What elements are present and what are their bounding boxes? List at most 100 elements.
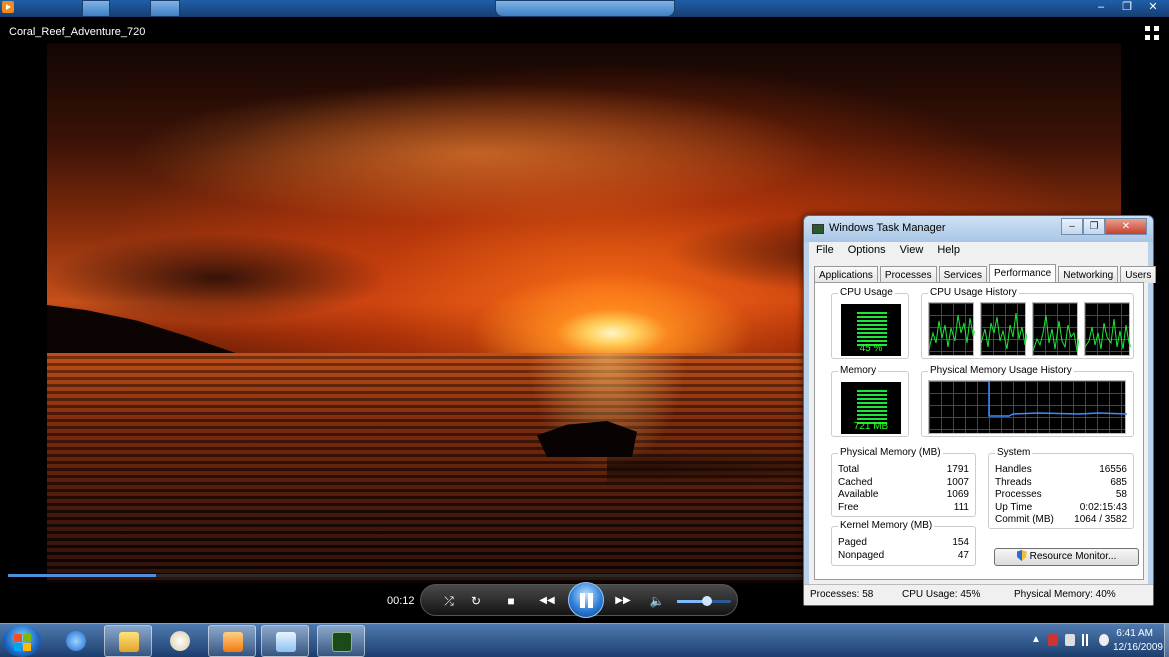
task-manager-window: Windows Task Manager – ❐ ✕ File Options … bbox=[803, 215, 1157, 606]
taskbar-task-manager[interactable] bbox=[317, 625, 365, 657]
notification-area: ▲ bbox=[1031, 634, 1109, 646]
internet-explorer-icon bbox=[66, 631, 86, 651]
minimize-button[interactable]: – bbox=[1061, 218, 1083, 235]
row-label: Free bbox=[838, 502, 859, 513]
tab-performance[interactable]: Performance bbox=[988, 264, 1057, 283]
menu-file[interactable]: File bbox=[809, 242, 841, 260]
shuffle-button[interactable]: ⤮ bbox=[441, 593, 457, 609]
window-title-strip: – ❐ ✕ bbox=[0, 0, 1169, 17]
task-manager-titlebar[interactable]: Windows Task Manager – ❐ ✕ bbox=[804, 216, 1153, 242]
maximize-button[interactable]: ❐ bbox=[1083, 218, 1105, 235]
resource-monitor-label: Resource Monitor... bbox=[1029, 551, 1117, 562]
taskbar-internet-explorer[interactable] bbox=[52, 625, 100, 657]
background-window-peek bbox=[150, 0, 180, 17]
restore-button[interactable]: ❐ bbox=[1115, 0, 1139, 15]
fullscreen-icon[interactable] bbox=[1145, 26, 1159, 40]
close-button[interactable]: ✕ bbox=[1105, 218, 1147, 235]
row-value: 58 bbox=[1115, 489, 1127, 500]
folder-icon bbox=[119, 632, 139, 652]
task-manager-icon bbox=[332, 632, 352, 652]
video-title: Coral_Reef_Adventure_720 bbox=[9, 26, 146, 38]
tab-strip: Applications Processes Services Performa… bbox=[814, 264, 1158, 283]
clock-date[interactable]: 12/16/2009 bbox=[1113, 642, 1163, 653]
system-title: System bbox=[995, 447, 1033, 458]
tab-users[interactable]: Users bbox=[1120, 266, 1157, 283]
physical-cached-row: Cached 1007 bbox=[838, 477, 969, 488]
row-value: 16556 bbox=[1099, 464, 1127, 475]
performance-panel: CPU Usage 45 % CPU Usage History Memory bbox=[814, 282, 1144, 580]
menu-options[interactable]: Options bbox=[841, 242, 893, 260]
rewind-button[interactable]: ◀◀ bbox=[533, 593, 561, 609]
taskbar-windows-explorer[interactable] bbox=[104, 625, 152, 657]
background-window-peek bbox=[82, 0, 110, 17]
pause-icon bbox=[588, 593, 593, 608]
taskbar-windows-media-player[interactable] bbox=[208, 625, 256, 657]
kernel-memory-title: Kernel Memory (MB) bbox=[838, 520, 935, 531]
task-manager-body: Applications Processes Services Performa… bbox=[809, 260, 1157, 584]
mute-button[interactable]: 🔈 bbox=[649, 593, 665, 609]
minimize-button[interactable]: – bbox=[1089, 0, 1113, 15]
cpu-history-graph-core-3 bbox=[1032, 302, 1079, 356]
menu-view[interactable]: View bbox=[893, 242, 931, 260]
physical-available-row: Available 1069 bbox=[838, 489, 969, 500]
show-hidden-icons-button[interactable]: ▲ bbox=[1031, 634, 1041, 646]
repeat-button[interactable]: ↻ bbox=[468, 593, 484, 609]
tab-processes[interactable]: Processes bbox=[879, 266, 937, 283]
memory-group: Memory 721 MB bbox=[831, 365, 909, 437]
cpu-usage-title: CPU Usage bbox=[838, 287, 895, 298]
task-manager-icon bbox=[812, 224, 824, 234]
row-value: 1064 / 3582 bbox=[1074, 514, 1127, 525]
system-commit-row: Commit (MB) 1064 / 3582 bbox=[995, 514, 1127, 525]
background-window-peek bbox=[495, 0, 675, 17]
resource-monitor-button[interactable]: Resource Monitor... bbox=[994, 548, 1139, 566]
stop-button[interactable]: ■ bbox=[503, 593, 519, 609]
notepad-icon bbox=[276, 632, 296, 652]
menu-help[interactable]: Help bbox=[930, 242, 967, 260]
tab-services[interactable]: Services bbox=[938, 266, 987, 283]
taskbar-notepad[interactable] bbox=[261, 625, 309, 657]
volume-thumb[interactable] bbox=[701, 596, 712, 606]
row-label: Up Time bbox=[995, 502, 1033, 513]
row-label: Available bbox=[838, 489, 879, 500]
row-label: Paged bbox=[838, 537, 867, 548]
kernel-paged-row: Paged 154 bbox=[838, 537, 969, 548]
cpu-usage-meter: 45 % bbox=[841, 304, 901, 356]
cpu-history-title: CPU Usage History bbox=[928, 287, 1019, 298]
media-player-icon bbox=[223, 632, 243, 652]
close-button[interactable]: ✕ bbox=[1141, 0, 1165, 15]
elapsed-time: 00:12 bbox=[387, 595, 415, 607]
speaker-muted-icon[interactable] bbox=[1099, 634, 1109, 646]
action-center-icon[interactable] bbox=[1048, 634, 1058, 646]
memory-history-graph bbox=[928, 380, 1127, 434]
status-processes: Processes: 58 bbox=[810, 589, 874, 600]
taskbar-paint[interactable] bbox=[156, 625, 204, 657]
status-bar: Processes: 58 CPU Usage: 45% Physical Me… bbox=[804, 584, 1153, 605]
row-value: 154 bbox=[952, 537, 969, 548]
network-icon[interactable] bbox=[1082, 634, 1092, 646]
task-manager-title: Windows Task Manager bbox=[829, 222, 946, 234]
taskbar: ▲ 6:41 AM 12/16/2009 bbox=[0, 623, 1169, 657]
pause-button[interactable] bbox=[568, 582, 604, 618]
fast-forward-button[interactable]: ▶▶ bbox=[609, 593, 637, 609]
row-label: Processes bbox=[995, 489, 1042, 500]
playback-controls: ⤮ ↻ ■ ◀◀ ▶▶ 🔈 bbox=[420, 582, 738, 618]
desktop: – ❐ ✕ Coral_Reef_Adventure_720 00:12 ⤮ ↻… bbox=[0, 0, 1169, 657]
status-cpu-usage: CPU Usage: 45% bbox=[902, 589, 981, 600]
system-processes-row: Processes 58 bbox=[995, 489, 1127, 500]
clock-time[interactable]: 6:41 AM bbox=[1116, 628, 1153, 639]
physical-free-row: Free 111 bbox=[838, 502, 969, 513]
kernel-nonpaged-row: Nonpaged 47 bbox=[838, 550, 969, 561]
show-desktop-button[interactable] bbox=[1164, 624, 1169, 657]
physical-total-row: Total 1791 bbox=[838, 464, 969, 475]
row-label: Commit (MB) bbox=[995, 514, 1054, 525]
cpu-meter-bars bbox=[857, 310, 887, 346]
tab-applications[interactable]: Applications bbox=[814, 266, 878, 283]
row-label: Threads bbox=[995, 477, 1032, 488]
power-icon[interactable] bbox=[1065, 634, 1075, 646]
kernel-memory-group: Kernel Memory (MB) Paged 154 Nonpaged 47 bbox=[831, 520, 976, 566]
tab-networking[interactable]: Networking bbox=[1058, 266, 1119, 283]
start-button[interactable] bbox=[3, 625, 41, 657]
physical-memory-title: Physical Memory (MB) bbox=[838, 447, 943, 458]
row-value: 111 bbox=[953, 502, 969, 513]
volume-slider[interactable] bbox=[677, 596, 731, 606]
